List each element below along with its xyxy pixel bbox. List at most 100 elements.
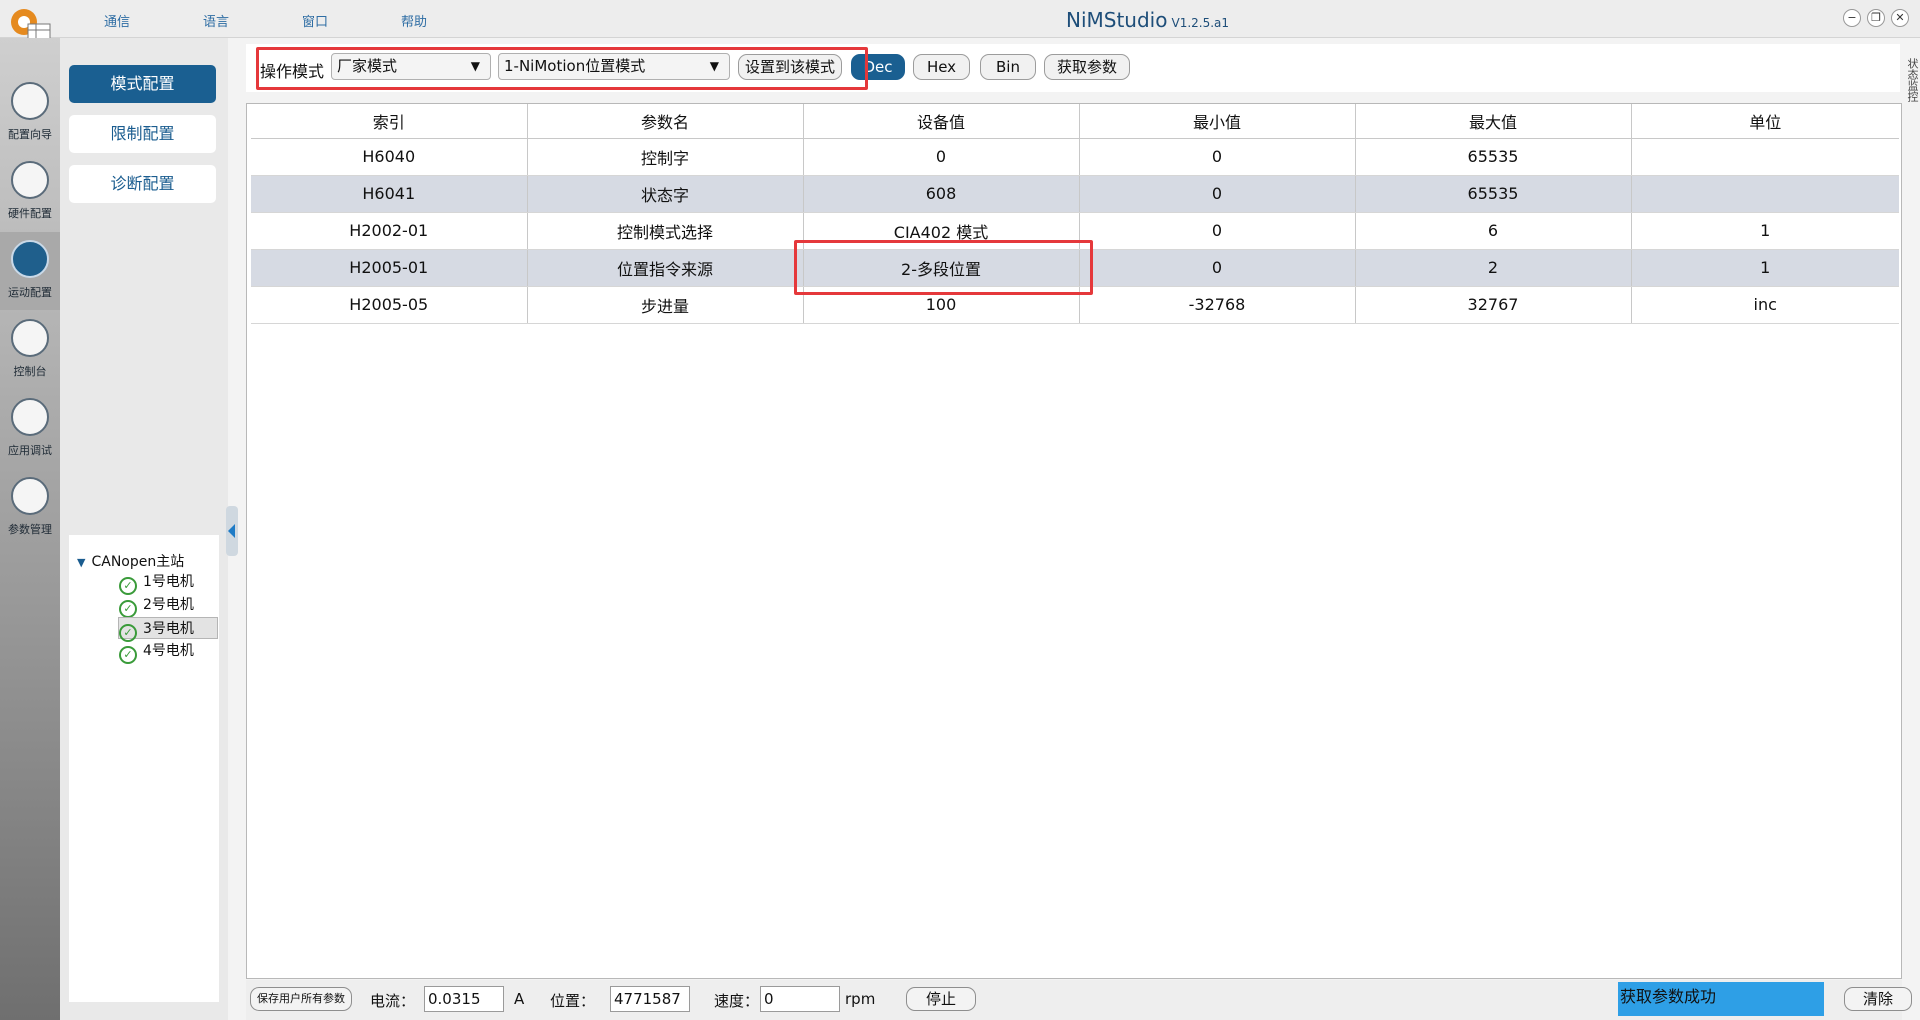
tree-item-motor-3[interactable]: ✓ 3号电机 xyxy=(118,617,218,642)
cell-unit xyxy=(1631,175,1899,213)
menu-language[interactable]: 语言 xyxy=(203,11,229,30)
nav-limit-config[interactable]: 限制配置 xyxy=(69,115,216,153)
device-tree: ▼ CANopen主站 ✓ 1号电机 ✓ 2号电机 ✓ 3号电机 ✓ 4号电机 xyxy=(69,535,219,1002)
table-row[interactable]: H6040 控制字 0 0 65535 xyxy=(251,138,1899,176)
nav-mode-config[interactable]: 模式配置 xyxy=(69,65,216,103)
tree-item-label: 4号电机 xyxy=(143,643,194,659)
tree-item-label: 2号电机 xyxy=(143,597,194,613)
expand-arrow-icon[interactable]: ▼ xyxy=(77,556,85,569)
cell-unit: inc xyxy=(1631,286,1899,324)
app-name: NiMStudio xyxy=(1066,8,1168,32)
check-icon: ✓ xyxy=(119,600,137,618)
menu-help[interactable]: 帮助 xyxy=(401,11,427,30)
rail-item-hardware[interactable]: 硬件配置 xyxy=(0,153,60,231)
current-unit: A xyxy=(514,990,525,1008)
current-label: 电流： xyxy=(370,992,416,1010)
rail-item-console[interactable]: 控制台 xyxy=(0,311,60,389)
rail-label: 控制台 xyxy=(13,365,47,378)
cell-min: 0 xyxy=(1079,138,1356,176)
rail-item-debug[interactable]: 应用调试 xyxy=(0,390,60,468)
cell-min: 0 xyxy=(1079,175,1356,213)
sliders-icon xyxy=(11,398,49,436)
cell-max: 32767 xyxy=(1355,286,1632,324)
check-icon: ✓ xyxy=(119,646,137,664)
highlight-box-mode xyxy=(256,47,868,90)
tree-item-motor-1[interactable]: ✓ 1号电机 xyxy=(119,571,219,595)
status-monitor-tab[interactable]: 状态监控 xyxy=(1904,58,1919,102)
mode-toolbar: 操作模式 厂家模式 ▼ 1-NiMotion位置模式 ▼ 设置到该模式 Dec He… xyxy=(246,44,1900,92)
title-bar: 通信 语言 窗口 帮助 NiMStudio V1.2.5.a1 − ❐ ✕ xyxy=(0,0,1920,42)
rail-label: 运动配置 xyxy=(8,286,52,299)
speed-field[interactable]: 0 xyxy=(760,986,840,1012)
cell-name: 位置指令来源 xyxy=(527,249,804,287)
hardware-icon xyxy=(11,161,49,199)
tree-item-label: 1号电机 xyxy=(143,574,194,590)
column-header-min[interactable]: 最小值 xyxy=(1079,104,1356,139)
clear-button[interactable]: 清除 xyxy=(1844,987,1912,1011)
cell-max: 6 xyxy=(1355,212,1632,250)
cell-name: 步进量 xyxy=(527,286,804,324)
cell-index: H2005-05 xyxy=(251,286,528,324)
status-message: 获取参数成功 xyxy=(1618,982,1824,1016)
rail-label: 硬件配置 xyxy=(8,207,52,220)
cell-name: 控制模式选择 xyxy=(527,212,804,250)
tree-item-label: 3号电机 xyxy=(143,621,194,637)
cell-min: 0 xyxy=(1079,212,1356,250)
get-params-button[interactable]: 获取参数 xyxy=(1044,54,1130,80)
bin-button[interactable]: Bin xyxy=(980,54,1036,80)
close-icon[interactable]: ✕ xyxy=(1891,9,1909,27)
menu-communication[interactable]: 通信 xyxy=(104,11,130,30)
gauge-icon xyxy=(11,319,49,357)
table-row[interactable]: H6041 状态字 608 0 65535 xyxy=(251,175,1899,213)
tree-item-motor-4[interactable]: ✓ 4号电机 xyxy=(119,640,219,664)
app-title: NiMStudio V1.2.5.a1 xyxy=(1066,8,1229,32)
rail-item-motion[interactable]: 运动配置 xyxy=(0,232,60,310)
cell-min: -32768 xyxy=(1079,286,1356,324)
rail-label: 参数管理 xyxy=(8,523,52,536)
cell-max: 2 xyxy=(1355,249,1632,287)
column-header-index[interactable]: 索引 xyxy=(251,104,528,139)
cell-index: H6041 xyxy=(251,175,528,213)
minimize-icon[interactable]: − xyxy=(1843,9,1861,27)
rail-item-wizard[interactable]: 配置向导 xyxy=(0,74,60,152)
position-label: 位置： xyxy=(550,992,596,1010)
status-bar: 保存用户所有参数 电流： 0.0315 A 位置： 4771587 速度： 0 … xyxy=(246,980,1912,1020)
hex-button[interactable]: Hex xyxy=(913,54,970,80)
restore-icon[interactable]: ❐ xyxy=(1867,9,1885,27)
cell-unit: 1 xyxy=(1631,212,1899,250)
cell-max: 65535 xyxy=(1355,138,1632,176)
position-field[interactable]: 4771587 xyxy=(610,986,690,1012)
rail-label: 配置向导 xyxy=(8,128,52,141)
stop-button[interactable]: 停止 xyxy=(906,987,976,1011)
app-version: V1.2.5.a1 xyxy=(1171,16,1230,30)
column-header-name[interactable]: 参数名 xyxy=(527,104,804,139)
cell-min: 0 xyxy=(1079,249,1356,287)
motion-icon xyxy=(11,240,49,278)
cell-index: H2002-01 xyxy=(251,212,528,250)
current-field[interactable]: 0.0315 xyxy=(424,986,504,1012)
tree-root[interactable]: ▼ CANopen主站 xyxy=(77,551,184,571)
column-header-unit[interactable]: 单位 xyxy=(1631,104,1899,139)
rail-item-params[interactable]: 参数管理 xyxy=(0,469,60,547)
rail-label: 应用调试 xyxy=(8,444,52,457)
column-header-device-value[interactable]: 设备值 xyxy=(803,104,1080,139)
highlight-box-value xyxy=(794,240,1093,295)
cell-device-value[interactable]: 0 xyxy=(803,138,1080,176)
cell-max: 65535 xyxy=(1355,175,1632,213)
wizard-icon xyxy=(11,82,49,120)
save-all-params-button[interactable]: 保存用户所有参数 xyxy=(250,987,352,1011)
cell-unit: 1 xyxy=(1631,249,1899,287)
menu-window[interactable]: 窗口 xyxy=(302,11,328,30)
speed-label: 速度： xyxy=(714,992,760,1010)
cell-name: 控制字 xyxy=(527,138,804,176)
nav-diagnostic-config[interactable]: 诊断配置 xyxy=(69,165,216,203)
parameter-table-panel: 索引 参数名 设备值 最小值 最大值 单位 H6040 控制字 0 0 6553… xyxy=(246,103,1902,979)
column-header-max[interactable]: 最大值 xyxy=(1355,104,1632,139)
tree-item-motor-2[interactable]: ✓ 2号电机 xyxy=(119,594,219,618)
tree-root-label: CANopen主站 xyxy=(91,554,185,570)
collapse-panel-handle[interactable] xyxy=(226,506,238,556)
cell-device-value[interactable]: 608 xyxy=(803,175,1080,213)
cell-index: H6040 xyxy=(251,138,528,176)
params-icon xyxy=(11,477,49,515)
check-icon: ✓ xyxy=(119,577,137,595)
